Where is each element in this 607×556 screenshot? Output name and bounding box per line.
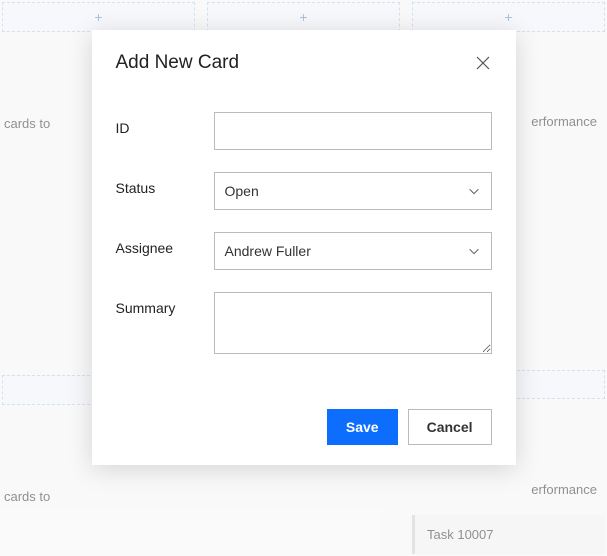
close-button[interactable] (474, 54, 492, 72)
chevron-down-icon (467, 184, 481, 198)
dialog-header: Add New Card (116, 52, 492, 74)
status-row: Status Open (116, 172, 492, 210)
status-value: Open (225, 183, 259, 199)
summary-textarea[interactable] (214, 292, 492, 354)
id-label: ID (116, 112, 214, 136)
chevron-down-icon (467, 244, 481, 258)
status-select[interactable]: Open (214, 172, 492, 210)
close-icon (475, 55, 491, 71)
assignee-value: Andrew Fuller (225, 243, 311, 259)
id-row: ID (116, 112, 492, 150)
status-label: Status (116, 172, 214, 196)
cancel-button[interactable]: Cancel (408, 409, 492, 445)
assignee-select[interactable]: Andrew Fuller (214, 232, 492, 270)
assignee-row: Assignee Andrew Fuller (116, 232, 492, 270)
summary-label: Summary (116, 292, 214, 316)
modal-overlay: Add New Card ID Status Open (0, 0, 607, 556)
id-input[interactable] (214, 112, 492, 150)
dialog-footer: Save Cancel (116, 409, 492, 445)
summary-row: Summary (116, 292, 492, 359)
assignee-label: Assignee (116, 232, 214, 256)
dialog-title: Add New Card (116, 52, 240, 74)
add-card-dialog: Add New Card ID Status Open (92, 30, 516, 465)
save-button[interactable]: Save (327, 409, 398, 445)
